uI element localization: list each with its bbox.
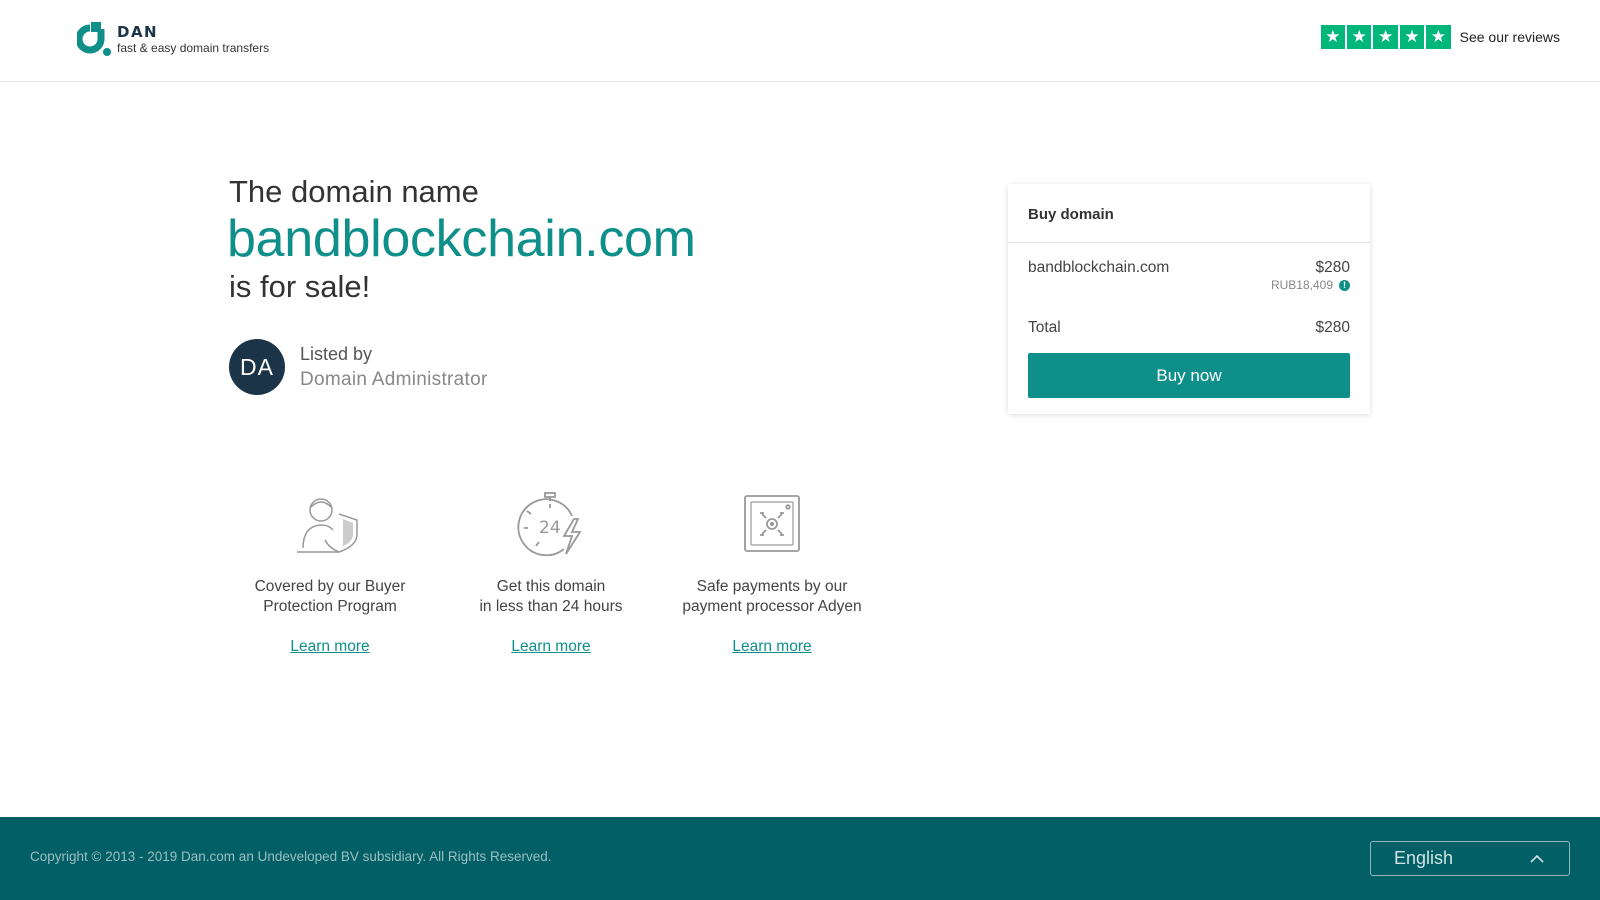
feature-line: in less than 24 hours [479,597,623,615]
local-price: RUB18,409 ! [1271,278,1350,292]
star-icon: ★ [1399,25,1425,49]
buy-now-button[interactable]: Buy now [1028,353,1350,398]
header: DAN fast & easy domain transfers ★ ★ ★ ★… [0,0,1600,82]
total-row: Total $280 [1028,319,1350,337]
feature-line: Covered by our Buyer [254,578,406,595]
star-icon: ★ [1347,25,1372,49]
feature-line: Protection Program [263,597,397,615]
seller-name: Domain Administrator [300,369,488,390]
feature-line: payment processor Adyen [682,597,862,615]
card-title: Buy domain [1008,184,1370,243]
feature-buyer-protection: Covered by our Buyer Protection Program … [225,492,435,656]
star-icon: ★ [1373,25,1398,49]
footer: Copyright © 2013 - 2019 Dan.com an Undev… [0,817,1600,900]
learn-more-link[interactable]: Learn more [511,638,590,656]
dan-logo-icon [77,22,111,56]
language-selector[interactable]: English [1370,841,1570,876]
svg-text:24: 24 [539,518,561,538]
learn-more-link[interactable]: Learn more [290,638,369,656]
feature-line: Safe payments by our [696,578,848,595]
local-price-value: RUB18,409 [1270,278,1333,292]
card-domain: bandblockchain.com [1028,259,1170,276]
star-icon: ★ [1320,25,1346,49]
feature-24-hours: 24 Get this domain in less than 24 hours… [446,492,656,656]
avatar: DA [229,339,285,395]
trustpilot-stars: ★ ★ ★ ★ ★ [1320,25,1451,49]
intro-text: The domain name [229,174,479,209]
total-value: $280 [1315,319,1350,336]
24-hour-stopwatch-icon: 24 [517,492,582,557]
total-label: Total [1028,319,1061,336]
seller-info: DA Listed by Domain Administrator [229,339,488,395]
chevron-up-icon [1530,854,1544,863]
language-label: English [1394,848,1454,868]
listed-by-label: Listed by [300,344,373,364]
safe-payment-icon [744,495,800,552]
learn-more-link[interactable]: Learn more [732,638,811,656]
domain-title: bandblockchain.com [227,210,696,268]
for-sale-text: is for sale! [229,269,371,304]
dan-logo[interactable]: DAN fast & easy domain transfers [77,22,269,56]
logo-tagline: fast & easy domain transfers [117,41,270,55]
info-icon[interactable]: ! [1339,279,1350,291]
see-reviews-label: See our reviews [1459,29,1560,45]
buy-domain-card: Buy domain bandblockchain.com $280 RUB18… [1008,184,1370,414]
feature-line: Get this domain [496,578,606,595]
logo-name: DAN [117,23,159,41]
copyright-text: Copyright © 2013 - 2019 Dan.com an Undev… [30,849,552,864]
buyer-protection-icon [297,498,358,553]
price-row: bandblockchain.com $280 [1028,259,1350,277]
star-icon: ★ [1426,25,1451,49]
trustpilot-reviews-link[interactable]: ★ ★ ★ ★ ★ See our reviews [1320,25,1560,49]
feature-safe-payments: Safe payments by our payment processor A… [667,492,877,656]
card-price: $280 [1315,259,1350,276]
